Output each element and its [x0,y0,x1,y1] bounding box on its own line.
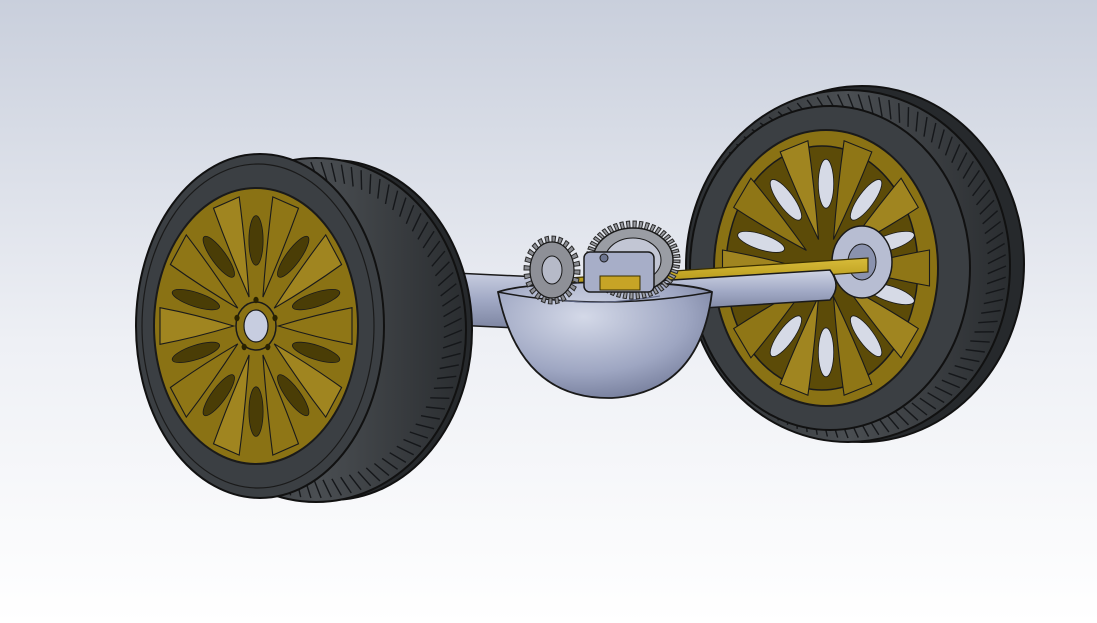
tread-groove [907,107,910,127]
tread-groove [898,103,901,123]
gear-tooth [547,297,553,305]
gear-tooth [551,235,557,243]
gear-tooth [672,253,681,259]
differential-carrier [583,251,655,293]
gear-tooth [523,265,531,271]
tread-groove [433,386,454,389]
lug-nut [241,343,247,351]
tread-groove [360,170,363,190]
tread-groove [430,397,450,399]
lug-nut [253,296,259,304]
lug-nut [272,314,278,322]
left-hub-bore [243,309,269,343]
gear-tooth [625,220,631,229]
gear-tooth [635,291,641,300]
gear-tooth [672,259,681,264]
rim-window [817,158,835,209]
cad-viewport[interactable] [0,0,1097,623]
rim-window [248,386,264,437]
axle-assembly-render [0,0,1097,623]
lug-nut [234,314,240,322]
rim-window [248,215,264,266]
lug-nut [265,343,271,351]
pinion-gear [523,235,581,305]
tread-groove [369,174,372,194]
gear-tooth [629,291,634,300]
rim-window [817,327,835,378]
gear-tooth [632,220,637,229]
left-wheel [135,153,473,503]
gear-tooth [573,269,581,275]
